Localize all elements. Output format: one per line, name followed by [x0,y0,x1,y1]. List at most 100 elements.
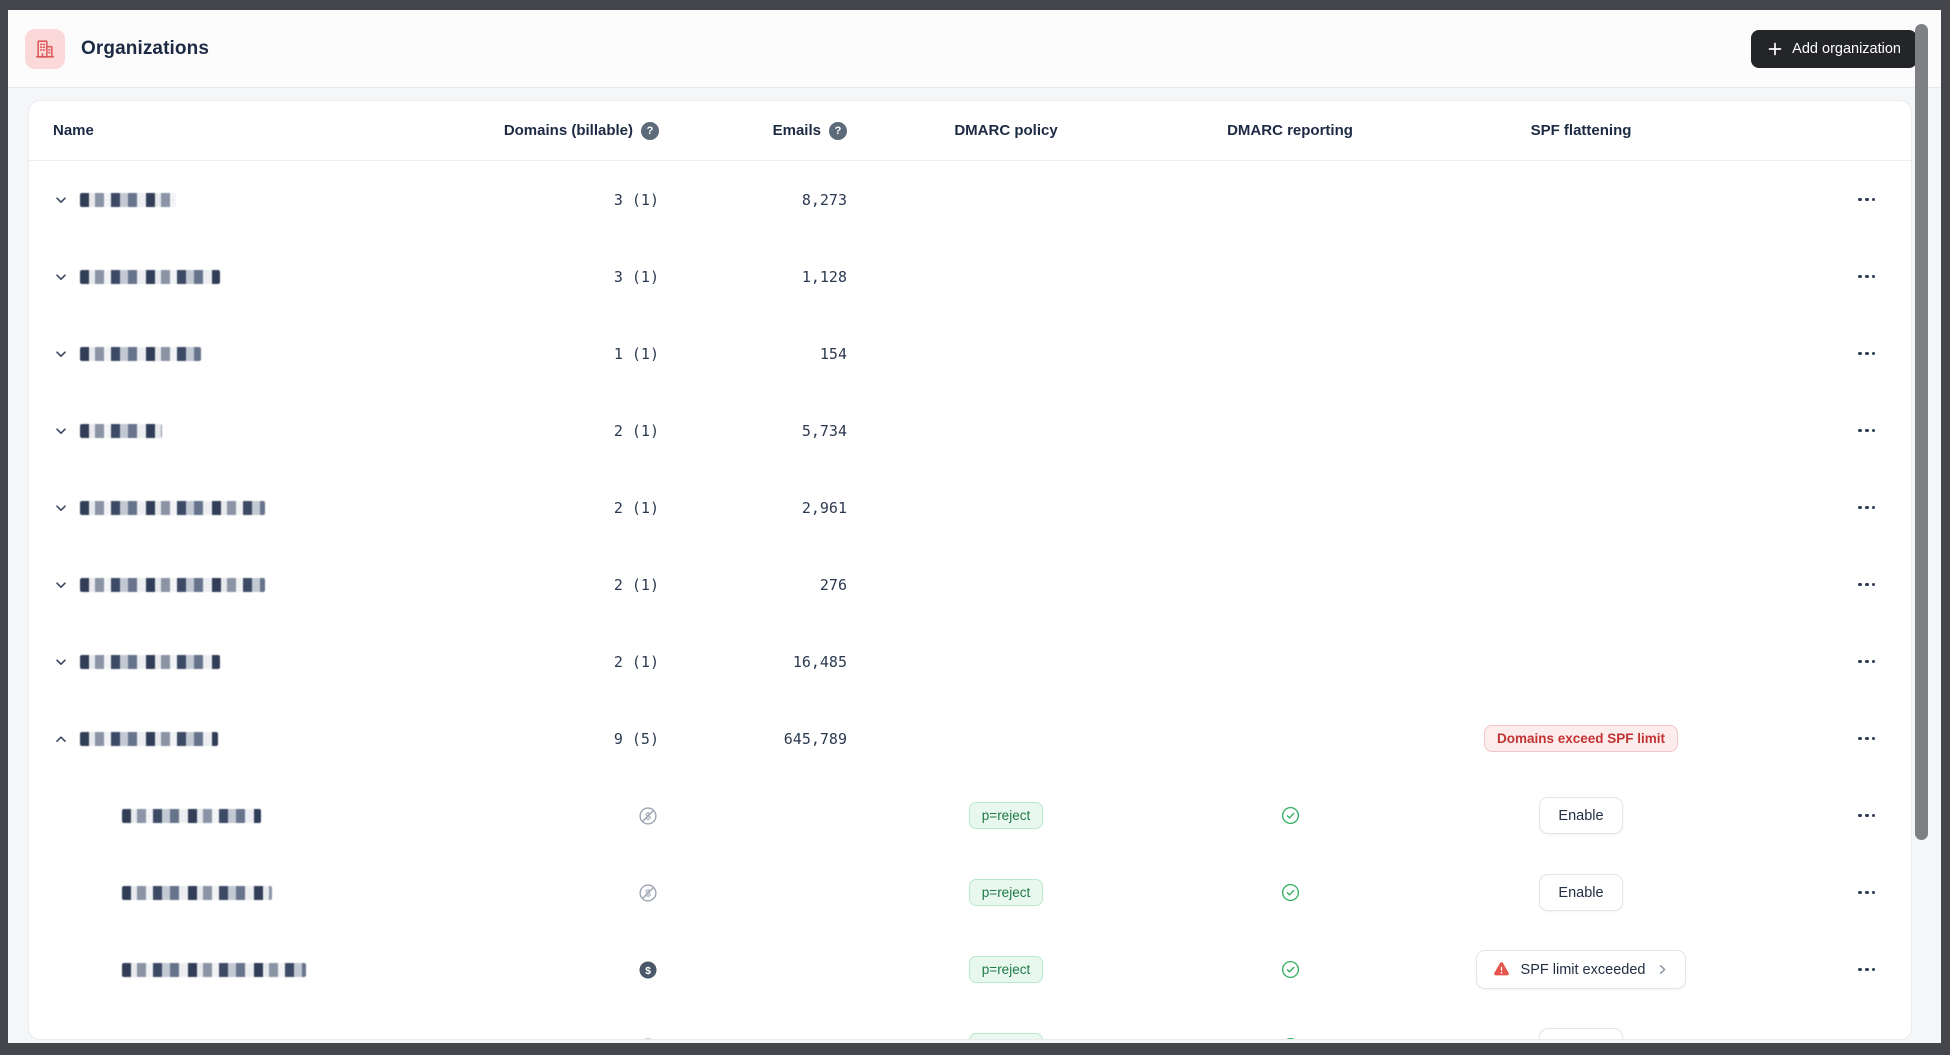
actions-cell [1747,269,1887,285]
building-icon [35,39,55,58]
dmarc-policy-badge: p=reject [968,879,1044,906]
domain-name-cell [53,962,481,977]
dmarc-reporting-ok-icon [1281,960,1299,979]
table-header-row: Name Domains (billable) ? Emails ? DMARC… [29,101,1911,161]
chevron-toggle[interactable] [53,654,69,670]
domain-row[interactable]: $ p=reject Enable [29,854,1911,931]
spf-enable-button[interactable]: Enable [1539,1028,1623,1039]
chevron-toggle[interactable] [53,192,69,208]
row-menu-button[interactable] [1849,654,1885,670]
actions-cell [1747,577,1887,593]
chevron-toggle[interactable] [53,269,69,285]
row-menu-button[interactable] [1849,577,1885,593]
billable-cell: $ [481,805,659,827]
chevron-down-icon [56,581,66,588]
dmarc-policy-badge: p=reject [968,802,1044,829]
org-name-cell [53,192,481,208]
org-name-cell [53,654,481,670]
dmarc-reporting-ok-icon [1281,883,1299,902]
spf-flattening-cell: Enable [1415,1028,1747,1039]
table-row[interactable]: 3 (1) 1,128 [29,238,1911,315]
row-menu-button[interactable] [1849,962,1885,978]
org-name-redacted [80,577,265,592]
column-header-dmarc-policy: DMARC policy [954,122,1058,139]
table-row[interactable]: 2 (1) 2,961 [29,469,1911,546]
actions-cell [1747,654,1887,670]
actions-cell [1747,500,1887,516]
row-menu-button[interactable] [1849,192,1885,208]
chevron-toggle[interactable] [53,731,69,747]
spf-limit-exceeded-button[interactable]: SPF limit exceeded [1475,950,1687,989]
help-icon[interactable]: ? [829,121,847,140]
dmarc-policy-badge: p=reject [968,956,1044,983]
table-row[interactable]: 9 (5) 645,789 Domains exceed SPF limit [29,700,1911,777]
org-name-redacted [80,192,176,207]
table-row[interactable]: 2 (1) 5,734 [29,392,1911,469]
add-organization-label: Add organization [1792,40,1901,57]
domain-name-cell [53,808,481,823]
dmarc-reporting-ok-icon [1281,806,1299,825]
table-row[interactable]: 1 (1) 154 [29,315,1911,392]
row-menu-button[interactable] [1849,500,1885,516]
chevron-down-icon [56,658,66,665]
actions-cell [1747,423,1887,439]
non-billable-icon: $ [639,883,657,902]
dmarc-policy-cell: p=reject [847,1033,1165,1039]
chevron-toggle[interactable] [53,577,69,593]
chevron-up-icon [56,735,66,742]
dmarc-reporting-cell [1165,805,1415,826]
emails-value: 16,485 [792,652,847,671]
chevron-toggle[interactable] [53,346,69,362]
table-row[interactable]: 2 (1) 276 [29,546,1911,623]
table-body: 3 (1) 8,273 3 (1) 1,128 1 (1) 154 2 (1) … [29,161,1911,1041]
billable-cell: $ [481,1036,659,1039]
domain-row[interactable]: $ p=reject SPF limit exceeded [29,931,1911,1008]
org-name-redacted [80,346,201,361]
domain-row[interactable]: $ p=reject Enable [29,777,1911,854]
domains-value: 9 (5) [613,729,659,748]
domain-name-cell [53,1040,481,1041]
table-row[interactable]: 3 (1) 8,273 [29,161,1911,238]
non-billable-icon: $ [639,806,657,825]
row-menu-button[interactable] [1849,346,1885,362]
svg-text:$: $ [645,964,651,976]
row-menu-button[interactable] [1849,269,1885,285]
help-icon[interactable]: ? [641,121,659,140]
actions-cell [1747,1039,1887,1040]
domain-row[interactable]: $ p=reject Enable [29,1008,1911,1041]
row-menu-button[interactable] [1849,885,1885,901]
page-content: Name Domains (billable) ? Emails ? DMARC… [8,100,1941,1040]
row-menu-button[interactable] [1849,808,1885,824]
chevron-down-icon [56,196,66,203]
spf-enable-button[interactable]: Enable [1539,797,1623,834]
warning-icon [1493,962,1509,976]
organizations-table: Name Domains (billable) ? Emails ? DMARC… [28,100,1912,1040]
chevron-toggle[interactable] [53,500,69,516]
domains-value: 3 (1) [613,267,659,286]
domain-name-redacted [122,885,272,900]
domain-name-redacted [122,962,306,977]
dmarc-reporting-cell [1165,1036,1415,1039]
domain-name-redacted [122,808,261,823]
spf-enable-button[interactable]: Enable [1539,874,1623,911]
spf-flattening-cell: Domains exceed SPF limit [1415,725,1747,752]
org-name-redacted [80,423,162,438]
organizations-icon [25,28,65,69]
actions-cell [1747,962,1887,978]
dmarc-reporting-ok-icon [1285,1037,1295,1039]
row-menu-button[interactable] [1849,423,1885,439]
row-menu-button[interactable] [1849,731,1885,747]
emails-value: 276 [819,575,847,594]
actions-cell [1747,731,1887,747]
table-row[interactable]: 2 (1) 16,485 [29,623,1911,700]
column-header-spf-flattening: SPF flattening [1530,122,1632,139]
non-billable-icon: $ [643,1037,653,1039]
chevron-down-icon [56,350,66,357]
add-organization-button[interactable]: Add organization [1751,29,1917,68]
chevron-toggle[interactable] [53,423,69,439]
spf-flattening-cell: SPF limit exceeded [1415,950,1747,989]
row-menu-button[interactable] [1849,1039,1885,1040]
domains-value: 1 (1) [613,344,659,363]
scrollbar-thumb[interactable] [1915,24,1928,840]
actions-cell [1747,192,1887,208]
